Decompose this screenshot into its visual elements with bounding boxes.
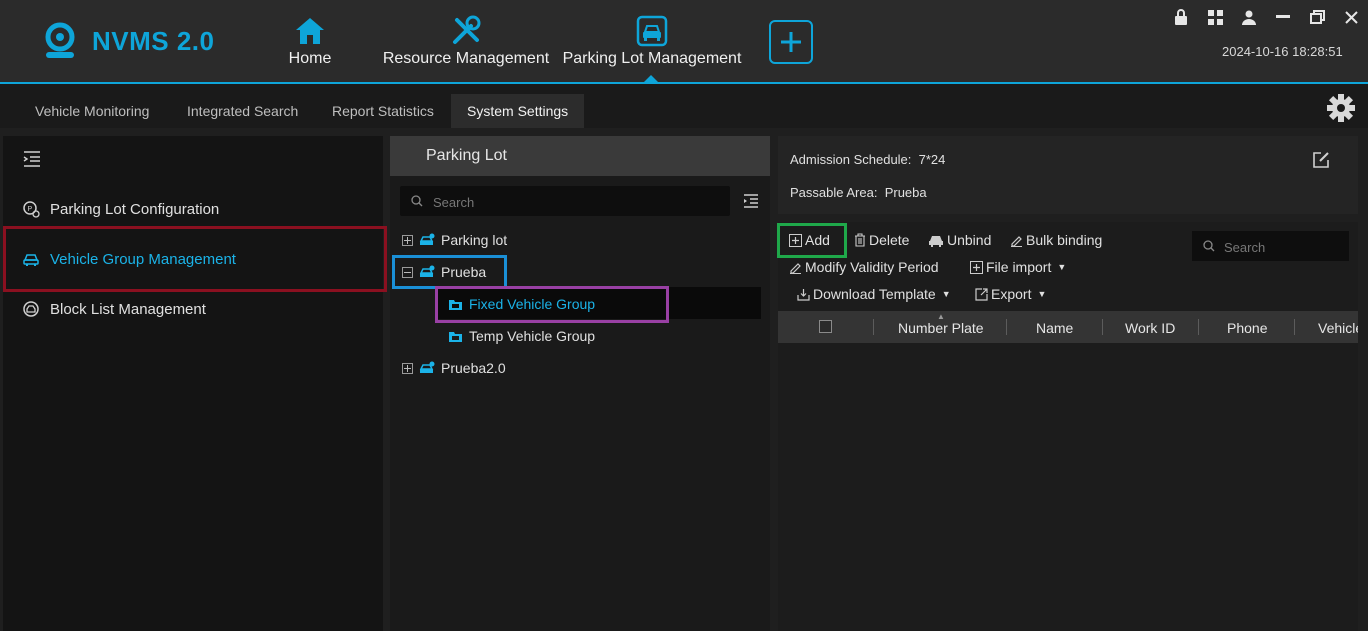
sidebar-item-block-list-management[interactable]: Block List Management xyxy=(22,297,206,321)
module-resource-management[interactable]: Resource Management xyxy=(380,14,552,68)
logo-icon xyxy=(40,22,80,62)
export-label: Export xyxy=(991,286,1032,302)
home-icon xyxy=(293,14,327,48)
expand-icon[interactable] xyxy=(402,362,413,374)
search-icon xyxy=(1203,240,1215,252)
unbind-button[interactable]: Unbind xyxy=(928,230,991,250)
select-all-checkbox[interactable] xyxy=(819,320,832,333)
sidebar-item-parking-lot-configuration[interactable]: P Parking Lot Configuration xyxy=(22,197,219,221)
sidebar-item-label: Block List Management xyxy=(50,300,206,318)
tree-node-label: Prueba2.0 xyxy=(441,360,506,376)
tree-panel-title: Parking Lot xyxy=(426,147,507,164)
delete-button[interactable]: Delete xyxy=(854,230,909,250)
module-parking-label: Parking Lot Management xyxy=(562,50,742,67)
module-resource-label: Resource Management xyxy=(382,50,550,67)
tab-vehicle-monitoring[interactable]: Vehicle Monitoring xyxy=(19,94,165,128)
passable-area-label: Passable Area: xyxy=(790,185,878,200)
modify-validity-label: Modify Validity Period xyxy=(805,259,939,275)
edit-icon[interactable] xyxy=(1312,151,1330,169)
bulk-binding-label: Bulk binding xyxy=(1026,232,1103,248)
highlight-box-red xyxy=(3,226,387,292)
folder-icon xyxy=(448,330,463,343)
admission-schedule-label: Admission Schedule: xyxy=(790,152,912,167)
column-divider xyxy=(1102,319,1103,335)
column-divider xyxy=(1006,319,1007,335)
tree-search-input[interactable] xyxy=(431,190,725,214)
column-divider xyxy=(873,319,874,335)
close-icon[interactable] xyxy=(1340,8,1362,26)
chevron-down-icon: ▼ xyxy=(1057,262,1067,272)
tab-integrated-search[interactable]: Integrated Search xyxy=(171,94,314,128)
datetime-display: 2024-10-16 18:28:51 xyxy=(1222,44,1343,59)
column-header-vehicle[interactable]: Vehicle xyxy=(1318,320,1358,336)
parking-node-icon xyxy=(419,360,435,376)
restore-icon[interactable] xyxy=(1306,8,1328,26)
delete-label: Delete xyxy=(869,232,910,248)
chevron-down-icon: ▼ xyxy=(941,289,951,299)
parking-node-icon xyxy=(419,232,435,248)
active-module-indicator xyxy=(643,75,659,83)
bulk-binding-button[interactable]: Bulk binding xyxy=(1010,230,1102,250)
sidebar-item-label: Parking Lot Configuration xyxy=(50,200,220,218)
app-title: NVMS 2.0 xyxy=(92,26,215,56)
file-import-label: File import xyxy=(986,259,1052,275)
pen-icon xyxy=(1010,234,1023,247)
add-module-button[interactable] xyxy=(769,20,813,64)
column-divider xyxy=(1198,319,1199,335)
column-header-work-id[interactable]: Work ID xyxy=(1125,320,1175,336)
expand-icon[interactable] xyxy=(402,234,413,246)
tree-menu-icon[interactable] xyxy=(743,194,759,208)
highlight-box-purple xyxy=(435,286,669,323)
modify-validity-button[interactable]: Modify Validity Period xyxy=(789,257,939,277)
tree-node-temp-vehicle-group[interactable]: Temp Vehicle Group xyxy=(448,325,595,347)
user-icon[interactable] xyxy=(1238,8,1260,26)
collapse-menu-icon[interactable] xyxy=(22,150,42,168)
svg-text:P: P xyxy=(28,206,33,213)
grid-icon[interactable] xyxy=(1204,8,1226,26)
download-icon xyxy=(797,288,810,301)
window-controls xyxy=(1170,8,1362,26)
vehicle-search-input[interactable] xyxy=(1222,235,1346,259)
module-home-label: Home xyxy=(288,50,332,67)
minimize-icon[interactable] xyxy=(1272,8,1294,26)
highlight-box-blue xyxy=(392,255,507,289)
column-divider xyxy=(1294,319,1295,335)
column-header-number-plate[interactable]: Number Plate xyxy=(898,320,984,336)
passable-area: Passable Area: Prueba xyxy=(790,185,927,200)
car-icon xyxy=(635,14,669,48)
export-button[interactable]: Export ▼ xyxy=(975,284,1046,304)
trash-icon xyxy=(854,233,866,247)
tree-node-parking-lot[interactable]: Parking lot xyxy=(402,229,507,251)
search-icon xyxy=(411,195,423,207)
block-list-icon xyxy=(22,300,40,318)
tools-icon xyxy=(449,14,483,48)
column-header-phone[interactable]: Phone xyxy=(1227,320,1267,336)
tree-node-label: Parking lot xyxy=(441,232,508,248)
module-parking-lot-management[interactable]: Parking Lot Management xyxy=(558,14,746,68)
pen-icon xyxy=(789,261,802,274)
passable-area-value: Prueba xyxy=(884,185,927,200)
group-info-panel xyxy=(778,136,1358,214)
car-unbind-icon xyxy=(928,234,944,247)
gear-icon[interactable] xyxy=(1326,93,1356,123)
unbind-label: Unbind xyxy=(947,232,992,248)
tab-report-statistics[interactable]: Report Statistics xyxy=(316,94,450,128)
column-header-name[interactable]: Name xyxy=(1036,320,1073,336)
tree-node-label: Temp Vehicle Group xyxy=(469,328,596,344)
import-icon xyxy=(970,260,983,274)
admission-schedule-value: 7*24 xyxy=(918,152,946,167)
admission-schedule: Admission Schedule: 7*24 xyxy=(790,152,945,167)
download-template-button[interactable]: Download Template ▼ xyxy=(797,284,951,304)
plus-icon xyxy=(781,32,801,52)
module-home[interactable]: Home xyxy=(280,14,340,68)
export-icon xyxy=(975,287,988,301)
download-template-label: Download Template xyxy=(813,286,936,302)
chevron-down-icon: ▼ xyxy=(1037,289,1047,299)
tree-node-prueba2[interactable]: Prueba2.0 xyxy=(402,357,506,379)
highlight-box-green xyxy=(777,223,847,258)
tab-system-settings[interactable]: System Settings xyxy=(451,94,585,128)
parking-config-icon: P xyxy=(22,200,40,218)
file-import-button[interactable]: File import ▼ xyxy=(970,257,1066,277)
lock-icon[interactable] xyxy=(1170,8,1192,26)
